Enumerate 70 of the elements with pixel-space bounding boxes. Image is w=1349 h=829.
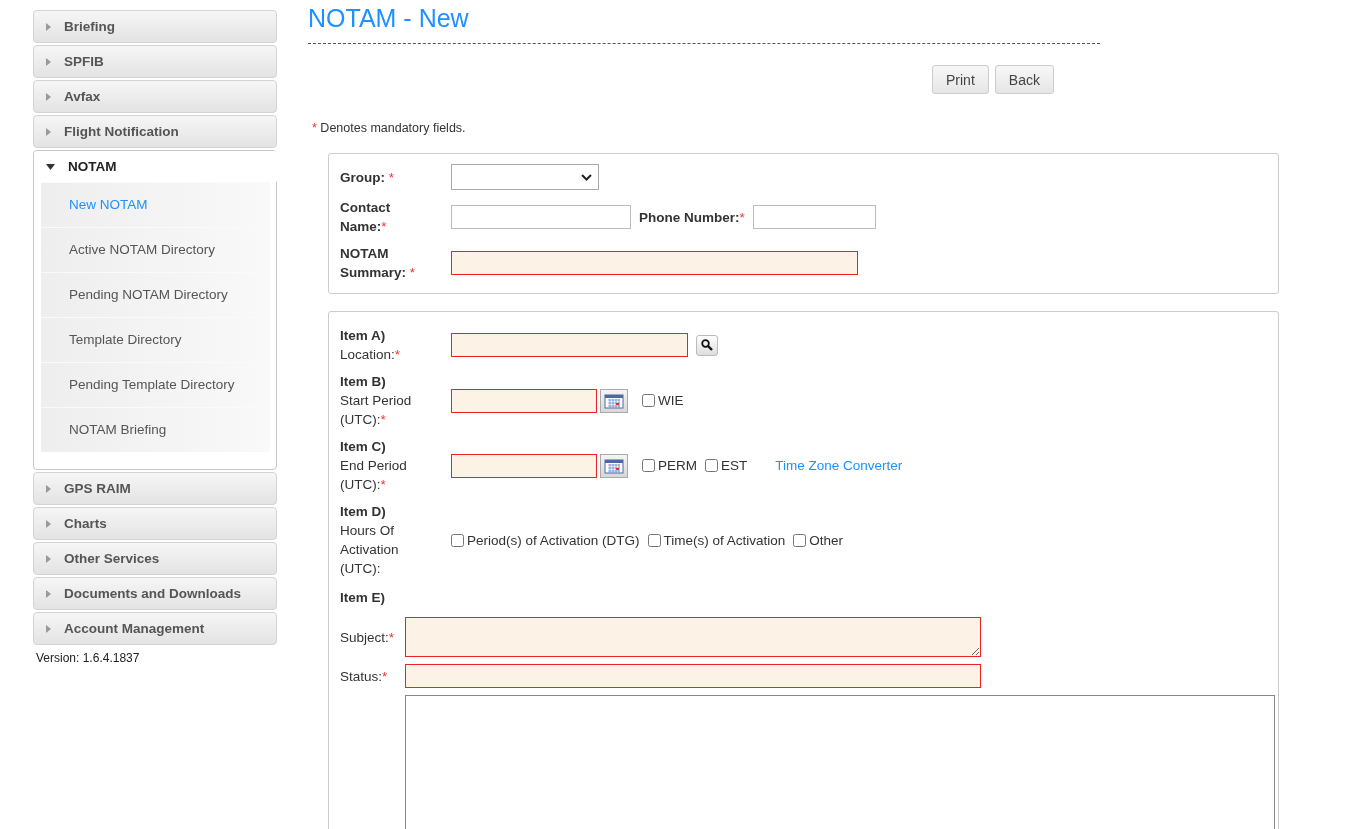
checkbox-label: Other [809, 532, 844, 548]
contact-name-field[interactable] [451, 205, 631, 229]
mandatory-note: * Denotes mandatory fields. [312, 121, 467, 135]
menu-item[interactable]: NOTAM Briefing [41, 407, 270, 452]
version-text: Version: 1.6.4.1837 [36, 651, 141, 665]
field-label: Item C) End Period (UTC):* [340, 438, 408, 494]
location-field[interactable] [451, 333, 688, 357]
checkbox-label: Period(s) of Activation (DTG) [467, 532, 640, 548]
calendar-icon [604, 392, 624, 409]
caret-right-icon [46, 57, 51, 66]
menu-section-header[interactable]: Avfax [33, 80, 277, 113]
checkbox[interactable] [642, 394, 655, 407]
subject-field[interactable] [405, 617, 981, 657]
field-label: Subject:* [340, 629, 396, 645]
menu-item[interactable]: Pending NOTAM Directory [41, 272, 270, 317]
action-button[interactable]: Print [932, 65, 989, 94]
checkbox[interactable] [793, 533, 807, 547]
caret-right-icon [46, 127, 51, 136]
menu-item[interactable]: Pending Template Directory [41, 362, 270, 407]
date-field[interactable] [451, 453, 597, 478]
summary-field[interactable] [451, 251, 858, 275]
calendar-icon [604, 457, 624, 474]
checkbox-label: PERM [658, 458, 697, 473]
phone-number-field[interactable] [752, 205, 876, 229]
action-button[interactable]: Back [994, 65, 1054, 94]
field-label: Contact Name:* [340, 199, 392, 236]
group-select[interactable] [451, 164, 599, 190]
field-label: Item E) [340, 590, 386, 605]
menu-section-header[interactable]: SPFIB [33, 45, 277, 78]
menu-section-header[interactable]: Briefing [33, 10, 277, 43]
time-zone-converter-link[interactable]: Time Zone Converter [775, 458, 903, 473]
caret-right-icon [46, 589, 51, 598]
status-field[interactable] [405, 664, 981, 688]
caret-right-icon [46, 624, 51, 633]
menu-section-header[interactable]: NOTAM [34, 151, 278, 182]
caret-right-icon [46, 22, 51, 31]
field-label: Item B) Start Period (UTC):* [340, 373, 413, 429]
field-label: NOTAM Summary: * [340, 245, 417, 282]
page-title: NOTAM - New [308, 4, 1100, 44]
checkbox-label: EST [721, 458, 748, 473]
checkbox[interactable] [451, 533, 464, 547]
checkbox-label: Time(s) of Activation [663, 532, 786, 548]
checkbox[interactable] [705, 459, 718, 472]
menu-section-header[interactable]: Documents and Downloads [33, 577, 277, 610]
field-label: Group: * [340, 168, 395, 187]
caret-right-icon [46, 92, 51, 101]
menu-item[interactable]: Template Directory [41, 317, 270, 362]
caret-right-icon [46, 484, 51, 493]
calendar-button[interactable] [600, 388, 628, 413]
chevron-down-icon [581, 173, 592, 181]
menu-section-header[interactable]: Account Management [33, 612, 277, 645]
field-label: Item D) Hours Of Activation (UTC): [340, 503, 400, 578]
caret-down-icon [46, 163, 55, 170]
date-field[interactable] [451, 388, 597, 413]
menu-section-header[interactable]: GPS RAIM [33, 472, 277, 505]
search-icon [701, 339, 713, 351]
caret-right-icon [46, 519, 51, 528]
checkbox-label: WIE [658, 393, 684, 408]
menu-section-header[interactable]: Flight Notification [33, 115, 277, 148]
search-button[interactable] [696, 334, 718, 356]
menu-section-header[interactable]: Charts [33, 507, 277, 540]
checkbox[interactable] [642, 459, 655, 472]
caret-right-icon [46, 554, 51, 563]
field-label: Phone Number:* [639, 209, 745, 225]
calendar-button[interactable] [600, 453, 628, 478]
menu-section-header[interactable]: Other Services [33, 542, 277, 575]
field-label: Status:* [340, 668, 389, 684]
checkbox[interactable] [647, 533, 661, 547]
field-label: Item A) Location:* [340, 327, 402, 364]
menu-item[interactable]: Active NOTAM Directory [41, 227, 270, 272]
